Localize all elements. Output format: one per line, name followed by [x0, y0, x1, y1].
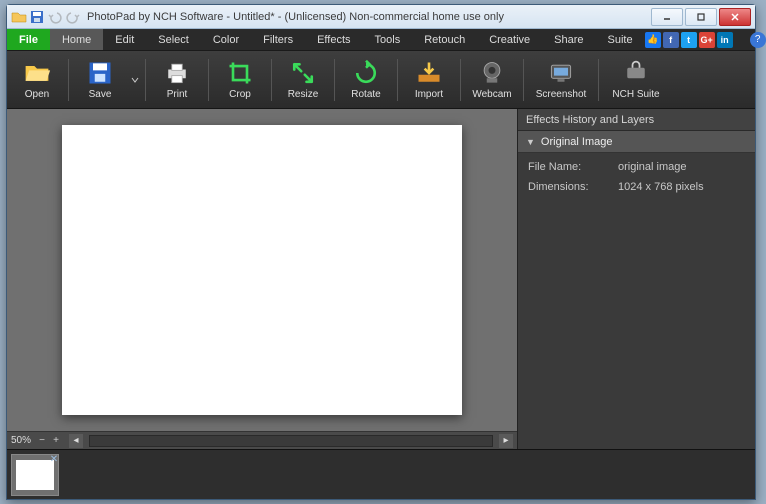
quick-access: [11, 9, 81, 25]
save-icon[interactable]: [29, 9, 45, 25]
open-label: Open: [25, 89, 49, 100]
suite-label: NCH Suite: [612, 89, 659, 100]
facebook-icon[interactable]: f: [663, 32, 679, 48]
crop-icon: [226, 59, 254, 87]
folder-open-icon: [23, 59, 51, 87]
scroll-right-button[interactable]: ▸: [499, 434, 513, 448]
help-icon[interactable]: ?: [750, 32, 766, 48]
screenshot-button[interactable]: Screenshot: [527, 54, 595, 106]
app-window: PhotoPad by NCH Software - Untitled* - (…: [6, 4, 756, 500]
separator: [271, 59, 272, 101]
resize-label: Resize: [288, 89, 319, 100]
filename-value: original image: [618, 161, 686, 173]
rotate-label: Rotate: [351, 89, 380, 100]
panel-body: File Name: original image Dimensions: 10…: [518, 153, 755, 209]
print-button[interactable]: Print: [149, 54, 205, 106]
side-panel: Effects History and Layers ▼ Original Im…: [517, 109, 755, 449]
dimensions-value: 1024 x 768 pixels: [618, 181, 704, 193]
screenshot-label: Screenshot: [536, 89, 587, 100]
open-icon[interactable]: [11, 9, 27, 25]
separator: [598, 59, 599, 101]
rotate-button[interactable]: Rotate: [338, 54, 394, 106]
save-label: Save: [89, 89, 112, 100]
rotate-icon: [352, 59, 380, 87]
zoom-out-button[interactable]: −: [35, 434, 49, 448]
canvas-area: 50% − + ◂ ▸: [7, 109, 517, 449]
panel-title: Effects History and Layers: [518, 109, 755, 131]
menu-select[interactable]: Select: [146, 29, 201, 50]
zoom-level: 50%: [11, 435, 31, 446]
crop-label: Crop: [229, 89, 251, 100]
like-icon[interactable]: 👍: [645, 32, 661, 48]
layer-row-original[interactable]: ▼ Original Image: [518, 131, 755, 153]
menu-share[interactable]: Share: [542, 29, 595, 50]
save-button[interactable]: Save: [72, 54, 128, 106]
separator: [334, 59, 335, 101]
redo-icon[interactable]: [65, 9, 81, 25]
zoom-in-button[interactable]: +: [49, 434, 63, 448]
linkedin-icon[interactable]: in: [717, 32, 733, 48]
open-button[interactable]: Open: [9, 54, 65, 106]
menu-effects[interactable]: Effects: [305, 29, 362, 50]
chevron-down-icon: ▼: [526, 137, 535, 147]
statusbar: 50% − + ◂ ▸: [7, 431, 517, 449]
webcam-label: Webcam: [472, 89, 511, 100]
print-label: Print: [167, 89, 188, 100]
canvas-viewport[interactable]: [7, 109, 517, 431]
import-icon: [415, 59, 443, 87]
canvas[interactable]: [62, 125, 462, 415]
content-area: 50% − + ◂ ▸ Effects History and Layers ▼…: [7, 109, 755, 449]
save-dropdown[interactable]: [128, 54, 142, 106]
separator: [523, 59, 524, 101]
ribbon: Open Save Print Crop Resize Rotate: [7, 51, 755, 109]
webcam-icon: [478, 59, 506, 87]
thumbnail-close-button[interactable]: ✕: [48, 453, 60, 465]
separator: [397, 59, 398, 101]
crop-button[interactable]: Crop: [212, 54, 268, 106]
window-title: PhotoPad by NCH Software - Untitled* - (…: [87, 11, 649, 23]
nch-suite-button[interactable]: NCH Suite: [602, 54, 670, 106]
minimize-button[interactable]: [651, 8, 683, 26]
import-label: Import: [415, 89, 443, 100]
maximize-button[interactable]: [685, 8, 717, 26]
menu-retouch[interactable]: Retouch: [412, 29, 477, 50]
menu-suite[interactable]: Suite: [596, 29, 645, 50]
filename-label: File Name:: [528, 161, 618, 173]
menu-tools[interactable]: Tools: [363, 29, 413, 50]
separator: [208, 59, 209, 101]
menu-color[interactable]: Color: [201, 29, 251, 50]
suite-icon: [622, 59, 650, 87]
menu-edit[interactable]: Edit: [103, 29, 146, 50]
menu-filters[interactable]: Filters: [251, 29, 305, 50]
menu-creative[interactable]: Creative: [477, 29, 542, 50]
layer-label: Original Image: [541, 136, 613, 148]
thumbnail[interactable]: ✕: [11, 454, 59, 496]
dimensions-label: Dimensions:: [528, 181, 618, 193]
screenshot-icon: [547, 59, 575, 87]
separator: [68, 59, 69, 101]
webcam-button[interactable]: Webcam: [464, 54, 520, 106]
window-controls: [649, 8, 751, 26]
floppy-icon: [86, 59, 114, 87]
menu-home[interactable]: Home: [50, 29, 103, 50]
close-button[interactable]: [719, 8, 751, 26]
horizontal-scrollbar[interactable]: [89, 435, 493, 447]
menubar: File Home Edit Select Color Filters Effe…: [7, 29, 755, 51]
resize-icon: [289, 59, 317, 87]
scroll-left-button[interactable]: ◂: [69, 434, 83, 448]
import-button[interactable]: Import: [401, 54, 457, 106]
googleplus-icon[interactable]: G+: [699, 32, 715, 48]
titlebar: PhotoPad by NCH Software - Untitled* - (…: [7, 5, 755, 29]
filmstrip: ✕: [7, 449, 755, 499]
separator: [145, 59, 146, 101]
menu-file[interactable]: File: [7, 29, 50, 50]
twitter-icon[interactable]: t: [681, 32, 697, 48]
printer-icon: [163, 59, 191, 87]
menubar-right: 👍 f t G+ in ? ▾: [645, 29, 766, 50]
resize-button[interactable]: Resize: [275, 54, 331, 106]
undo-icon[interactable]: [47, 9, 63, 25]
separator: [460, 59, 461, 101]
